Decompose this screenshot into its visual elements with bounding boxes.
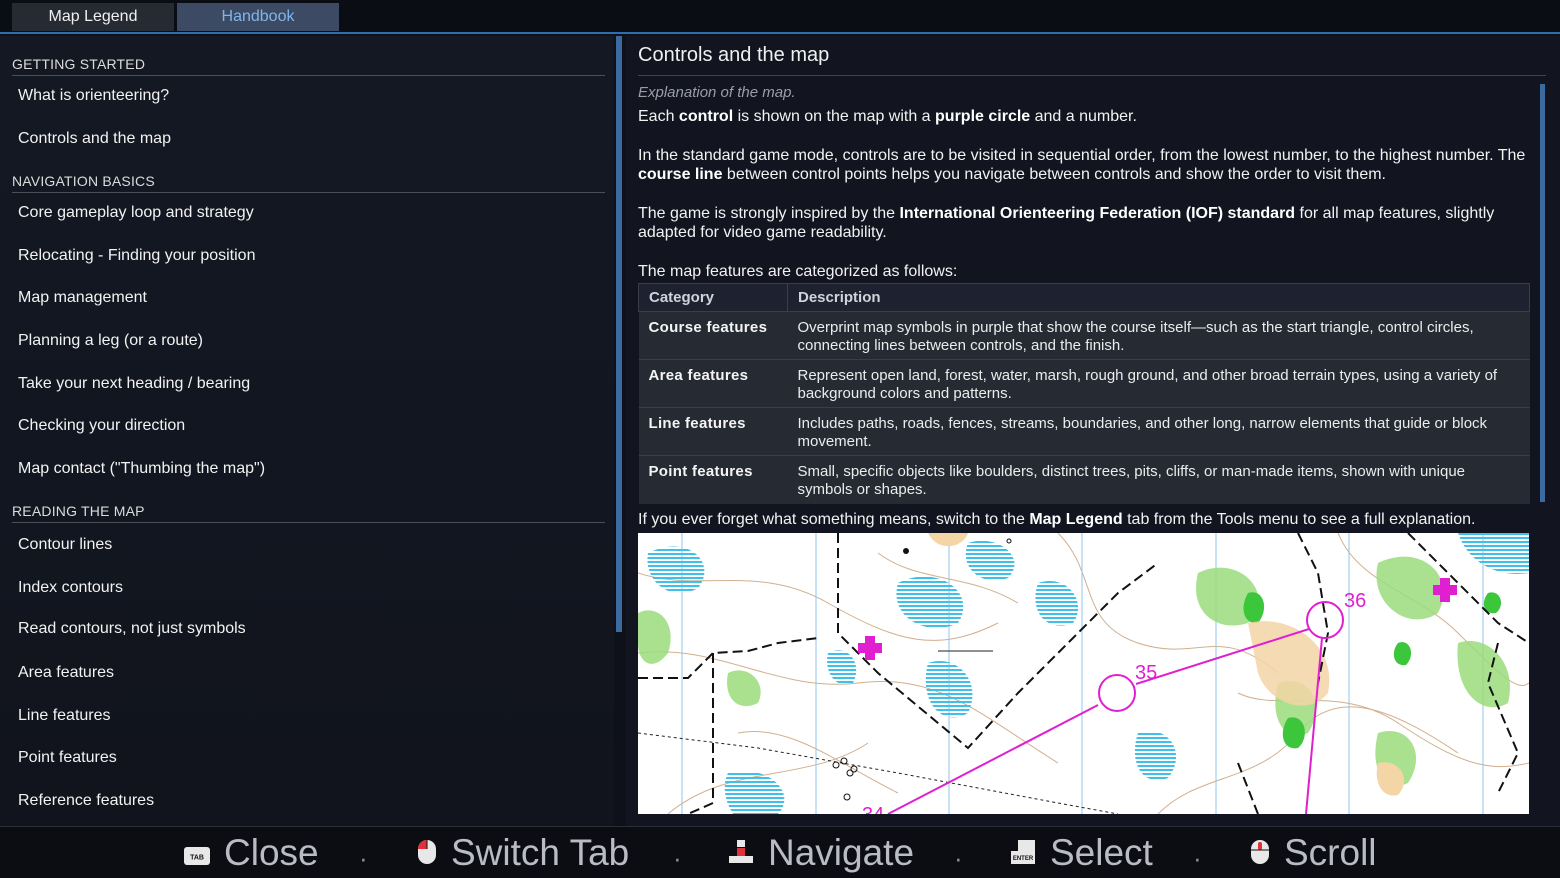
hint-separator: · [1193, 843, 1202, 873]
table-header-category: Category [638, 283, 788, 312]
hint-scroll-label: Scroll [1284, 832, 1377, 873]
hint-separator: · [673, 843, 682, 873]
table-row: Area features Represent open land, fores… [638, 359, 1530, 408]
table-header-description: Description [787, 283, 1530, 312]
table-cell-category: Course features [638, 311, 788, 360]
svg-text:ENTER: ENTER [1013, 856, 1034, 862]
section-header-getting-started: GETTING STARTED [12, 56, 605, 76]
hint-select-label: Select [1050, 832, 1153, 873]
nav-item-point-features[interactable]: Point features [18, 749, 117, 767]
title-divider [638, 75, 1546, 76]
nav-item-index-contours[interactable]: Index contours [18, 579, 123, 597]
nav-item-map-management[interactable]: Map management [18, 289, 147, 307]
hint-switch-tab-label: Switch Tab [451, 832, 630, 873]
nav-item-relocating[interactable]: Relocating - Finding your position [18, 247, 255, 265]
table-cell-description: Includes paths, roads, fences, streams, … [787, 407, 1530, 456]
orienteering-map-image: 35 36 34 [638, 533, 1529, 814]
dpad-icon [728, 832, 754, 874]
control-number-34: 34 [862, 804, 884, 814]
orienteering-map-svg: 35 36 34 [638, 533, 1529, 814]
hint-navigate[interactable]: Navigate [728, 831, 914, 875]
nav-item-reference-features[interactable]: Reference features [18, 792, 154, 810]
table-cell-category: Area features [638, 359, 788, 408]
article-panel: Controls and the map Explanation of the … [626, 36, 1560, 826]
hint-close-label: Close [224, 832, 319, 873]
sidebar-scrollbar[interactable] [616, 36, 622, 632]
table-cell-description: Small, specific objects like boulders, d… [787, 455, 1530, 504]
handbook-sidebar: GETTING STARTED What is orienteering? Co… [0, 36, 614, 826]
hint-switch-tab[interactable]: Switch Tab [417, 831, 629, 875]
hint-navigate-label: Navigate [768, 832, 915, 873]
nav-item-area-features[interactable]: Area features [18, 664, 114, 682]
control-number-36: 36 [1344, 590, 1366, 612]
mouse-scroll-icon [1250, 832, 1270, 874]
paragraph-iof-standard: The game is strongly inspired by the Int… [638, 205, 1495, 241]
tab-map-legend[interactable]: Map Legend [12, 3, 174, 31]
table-cell-category: Point features [638, 455, 788, 504]
feature-categories-table: Category Description Course features Ove… [638, 283, 1530, 504]
paragraph-course-line: In the standard game mode, controls are … [638, 147, 1526, 183]
table-cell-description: Overprint map symbols in purple that sho… [787, 311, 1530, 360]
mouse-click-icon [417, 832, 437, 874]
article-title: Controls and the map [638, 44, 830, 66]
svg-text:TAB: TAB [190, 855, 204, 862]
input-hints-bar: TAB Close · Switch Tab · Navigate · ENTE… [0, 826, 1560, 878]
nav-item-contour-lines[interactable]: Contour lines [18, 536, 112, 554]
tab-key-icon: TAB [184, 832, 210, 874]
nav-item-planning-a-leg[interactable]: Planning a leg (or a route) [18, 332, 203, 350]
tab-handbook[interactable]: Handbook [177, 3, 339, 31]
table-row: Line features Includes paths, roads, fen… [638, 407, 1530, 456]
paragraph-categories-intro: The map features are categorized as foll… [638, 263, 958, 280]
paragraph-map-legend-tip: If you ever forget what something means,… [638, 511, 1476, 528]
table-row: Point features Small, specific objects l… [638, 455, 1530, 504]
table-cell-description: Represent open land, forest, water, mars… [787, 359, 1530, 408]
nav-item-next-heading[interactable]: Take your next heading / bearing [18, 375, 250, 393]
section-header-reading-the-map: READING THE MAP [12, 503, 605, 523]
hint-separator: · [954, 843, 963, 873]
nav-item-line-features[interactable]: Line features [18, 707, 111, 725]
hint-select[interactable]: ENTER Select [1010, 831, 1153, 875]
hint-close[interactable]: TAB Close [184, 831, 319, 875]
nav-item-core-gameplay-loop[interactable]: Core gameplay loop and strategy [18, 204, 254, 222]
hint-scroll[interactable]: Scroll [1250, 831, 1377, 875]
nav-item-what-is-orienteering[interactable]: What is orienteering? [18, 87, 169, 105]
article-scrollbar[interactable] [1540, 84, 1545, 502]
nav-item-checking-direction[interactable]: Checking your direction [18, 417, 185, 435]
control-number-35: 35 [1135, 662, 1157, 684]
paragraph-controls: Each control is shown on the map with a … [638, 108, 1137, 125]
article-subtitle: Explanation of the map. [638, 84, 796, 101]
nav-item-read-contours[interactable]: Read contours, not just symbols [18, 620, 246, 638]
nav-item-map-contact[interactable]: Map contact ("Thumbing the map") [18, 460, 265, 478]
table-cell-category: Line features [638, 407, 788, 456]
section-header-navigation-basics: NAVIGATION BASICS [12, 173, 605, 193]
tab-bar: Map Legend Handbook [0, 0, 1560, 34]
hint-separator: · [359, 843, 368, 873]
nav-item-controls-and-the-map[interactable]: Controls and the map [18, 130, 171, 148]
enter-key-icon: ENTER [1010, 832, 1036, 874]
table-row: Course features Overprint map symbols in… [638, 311, 1530, 360]
